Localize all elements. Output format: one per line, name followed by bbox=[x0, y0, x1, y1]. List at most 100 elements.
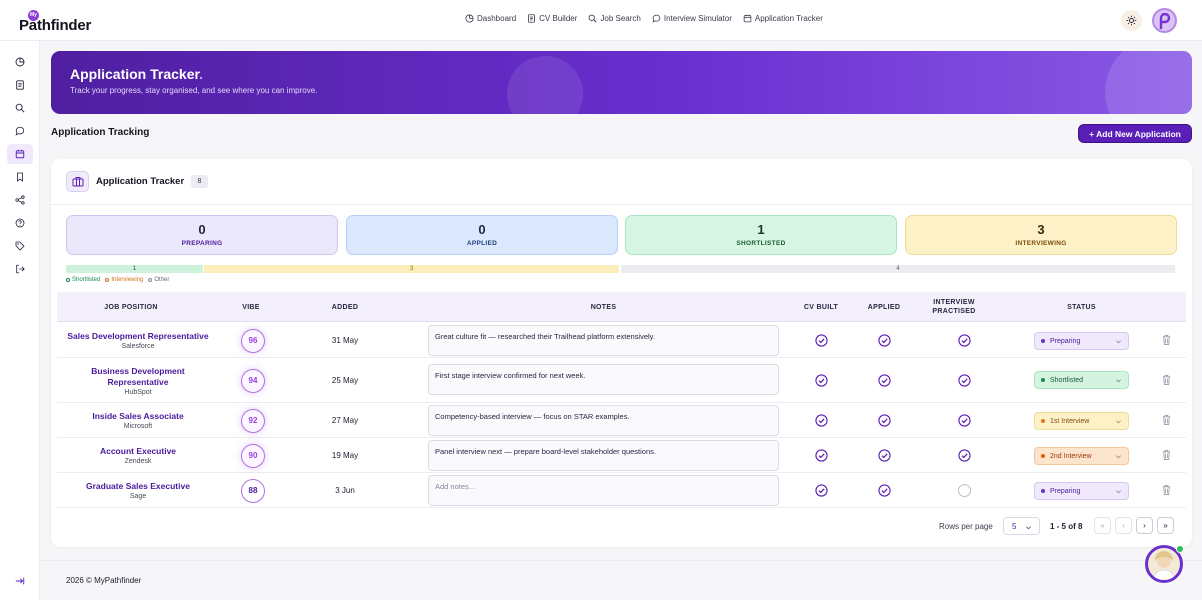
stat-interviewing[interactable]: 3 INTERVIEWING bbox=[905, 215, 1177, 255]
progress-other: 4 bbox=[621, 265, 1175, 273]
column-added: ADDED bbox=[331, 303, 359, 311]
legend-other: Other bbox=[148, 277, 169, 283]
column-applied: APPLIED bbox=[867, 303, 901, 311]
job-title[interactable]: Account Executive bbox=[100, 446, 176, 457]
applied-toggle[interactable] bbox=[877, 438, 891, 473]
job-title[interactable]: Business Development Representative bbox=[78, 366, 198, 388]
check-circle-icon bbox=[877, 484, 891, 497]
delete-trash-icon[interactable] bbox=[1161, 374, 1172, 386]
status-dropdown[interactable]: Shortlisted bbox=[1034, 371, 1129, 389]
status-dropdown[interactable]: Preparing bbox=[1034, 482, 1129, 500]
notes-field[interactable]: Add notes... bbox=[428, 475, 779, 506]
job-position-cell[interactable]: Business Development Representative HubS… bbox=[57, 358, 219, 403]
tag-icon bbox=[15, 241, 25, 251]
applied-toggle[interactable] bbox=[877, 473, 891, 508]
stat-label: APPLIED bbox=[466, 240, 498, 247]
status-dropdown[interactable]: 1st Interview bbox=[1034, 412, 1129, 430]
stat-applied[interactable]: 0 APPLIED bbox=[346, 215, 618, 255]
nav-dashboard[interactable]: Dashboard bbox=[465, 14, 516, 23]
added-date: 27 May bbox=[331, 416, 359, 425]
cv-built-toggle[interactable] bbox=[814, 358, 828, 403]
delete-trash-icon[interactable] bbox=[1161, 334, 1172, 346]
page-title: Application Tracker. bbox=[70, 66, 203, 82]
sidebar-item-network[interactable] bbox=[7, 190, 33, 210]
sidebar-item-dashboard[interactable] bbox=[7, 52, 33, 72]
job-title[interactable]: Inside Sales Associate bbox=[92, 411, 183, 422]
online-status-dot bbox=[1176, 545, 1184, 553]
cv-built-toggle[interactable] bbox=[814, 323, 828, 358]
decorative-circle bbox=[1105, 51, 1192, 114]
job-position-cell[interactable]: Inside Sales Associate Microsoft bbox=[57, 403, 219, 438]
job-title[interactable]: Sales Development Representative bbox=[67, 331, 208, 342]
delete-trash-icon[interactable] bbox=[1161, 484, 1172, 496]
first-page-button[interactable]: « bbox=[1094, 517, 1111, 534]
sidebar-item-interview-simulator[interactable] bbox=[7, 121, 33, 141]
cv-built-toggle[interactable] bbox=[814, 403, 828, 438]
status-dropdown[interactable]: Preparing bbox=[1034, 332, 1129, 350]
user-avatar[interactable] bbox=[1152, 8, 1177, 33]
empty-circle-icon bbox=[957, 484, 971, 497]
company-name: Microsoft bbox=[123, 423, 153, 430]
sidebar-item-help[interactable] bbox=[7, 213, 33, 233]
add-application-button[interactable]: + Add New Application bbox=[1078, 124, 1192, 143]
sidebar bbox=[0, 41, 40, 600]
interview-practised-toggle[interactable] bbox=[957, 473, 971, 508]
job-title[interactable]: Graduate Sales Executive bbox=[86, 481, 190, 492]
table-row[interactable]: Graduate Sales Executive Sage 88 3 Jun A… bbox=[57, 473, 1186, 508]
delete-trash-icon[interactable] bbox=[1161, 414, 1172, 426]
status-dropdown[interactable]: 2nd Interview bbox=[1034, 447, 1129, 465]
notes-field[interactable]: First stage interview confirmed for next… bbox=[428, 364, 779, 395]
notes-field[interactable]: Panel interview next — prepare board-lev… bbox=[428, 440, 779, 471]
sidebar-item-saved[interactable] bbox=[7, 167, 33, 187]
last-page-button[interactable]: » bbox=[1157, 517, 1174, 534]
share-icon bbox=[15, 195, 25, 205]
chevron-down-icon bbox=[1116, 379, 1121, 383]
rows-per-page-select[interactable]: 5 bbox=[1003, 517, 1040, 535]
table-row[interactable]: Business Development Representative HubS… bbox=[57, 358, 1186, 403]
theme-toggle-button[interactable] bbox=[1121, 10, 1142, 31]
sidebar-item-application-tracker[interactable] bbox=[7, 144, 33, 164]
cv-built-toggle[interactable] bbox=[814, 473, 828, 508]
notes-field[interactable]: Competency-based interview — focus on ST… bbox=[428, 405, 779, 436]
brand-logo[interactable]: My Pathfinder bbox=[19, 10, 109, 34]
applied-toggle[interactable] bbox=[877, 323, 891, 358]
delete-trash-icon[interactable] bbox=[1161, 449, 1172, 461]
check-circle-icon bbox=[877, 334, 891, 347]
chevron-down-icon bbox=[1116, 490, 1121, 494]
stat-label: INTERVIEWING bbox=[1015, 240, 1067, 247]
job-position-cell[interactable]: Sales Development Representative Salesfo… bbox=[57, 323, 219, 358]
sidebar-item-tags[interactable] bbox=[7, 236, 33, 256]
sidebar-item-logout[interactable] bbox=[7, 259, 33, 279]
job-position-cell[interactable]: Account Executive Zendesk bbox=[57, 438, 219, 473]
nav-interview-simulator[interactable]: Interview Simulator bbox=[652, 14, 732, 23]
check-circle-icon bbox=[957, 414, 971, 427]
table-row[interactable]: Inside Sales Associate Microsoft 92 27 M… bbox=[57, 403, 1186, 438]
stat-value: 1 bbox=[757, 222, 765, 237]
interview-practised-toggle[interactable] bbox=[957, 438, 971, 473]
sidebar-expand-button[interactable] bbox=[7, 571, 33, 591]
interview-practised-toggle[interactable] bbox=[957, 323, 971, 358]
applied-toggle[interactable] bbox=[877, 403, 891, 438]
cv-built-toggle[interactable] bbox=[814, 438, 828, 473]
vibe-cell: 96 bbox=[237, 323, 269, 358]
applied-toggle[interactable] bbox=[877, 358, 891, 403]
status-value: 1st Interview bbox=[1050, 417, 1090, 425]
chevron-left-icon: ‹ bbox=[1122, 521, 1125, 530]
stat-shortlisted[interactable]: 1 SHORTLISTED bbox=[625, 215, 897, 255]
vibe-cell: 88 bbox=[237, 473, 269, 508]
next-page-button[interactable]: › bbox=[1136, 517, 1153, 534]
nav-job-search[interactable]: Job Search bbox=[588, 14, 641, 23]
stat-preparing[interactable]: 0 PREPARING bbox=[66, 215, 338, 255]
nav-application-tracker[interactable]: Application Tracker bbox=[743, 14, 823, 23]
stat-value: 0 bbox=[478, 222, 486, 237]
interview-practised-toggle[interactable] bbox=[957, 403, 971, 438]
table-row[interactable]: Sales Development Representative Salesfo… bbox=[57, 323, 1186, 358]
prev-page-button[interactable]: ‹ bbox=[1115, 517, 1132, 534]
sidebar-item-job-search[interactable] bbox=[7, 98, 33, 118]
interview-practised-toggle[interactable] bbox=[957, 358, 971, 403]
table-row[interactable]: Account Executive Zendesk 90 19 May Pane… bbox=[57, 438, 1186, 473]
sidebar-item-cv-builder[interactable] bbox=[7, 75, 33, 95]
job-position-cell[interactable]: Graduate Sales Executive Sage bbox=[57, 473, 219, 508]
nav-cv-builder[interactable]: CV Builder bbox=[527, 14, 577, 23]
notes-field[interactable]: Great culture fit — researched their Tra… bbox=[428, 325, 779, 356]
